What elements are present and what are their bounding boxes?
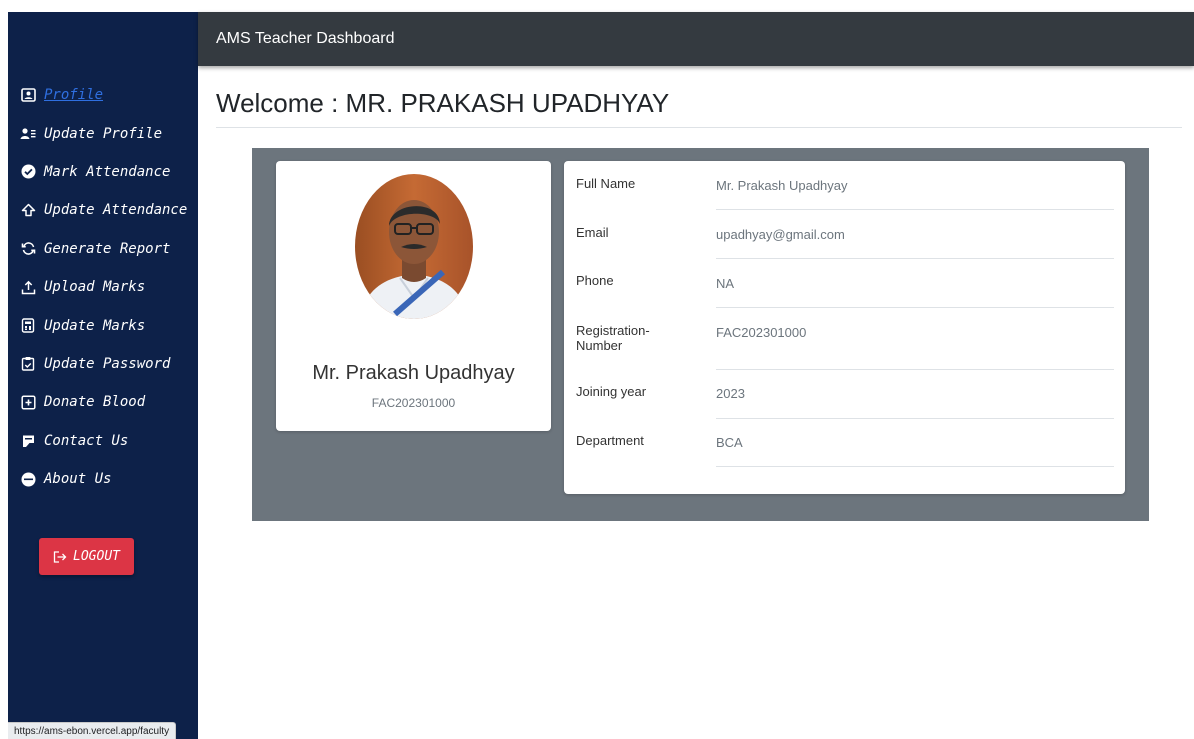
status-bar-url: https://ams-ebon.vercel.app/faculty [8,722,177,739]
detail-value: BCA [716,435,743,450]
sidebar-item-update-marks[interactable]: Update Marks [8,306,198,344]
logout-button[interactable]: LOGOUT [39,538,134,575]
contact-icon [20,433,36,449]
profile-name: Mr. Prakash Upadhyay [312,362,515,384]
sidebar-item-label: Donate Blood [44,394,146,411]
app-title[interactable]: AMS Teacher Dashboard [216,30,394,48]
sidebar-item-mark-attendance[interactable]: Mark Attendance [8,153,198,191]
detail-label: Phone [576,273,614,288]
sidebar-item-label: Upload Marks [44,279,146,296]
detail-value: FAC202301000 [716,325,807,340]
detail-value: 2023 [716,386,745,401]
row-divider [716,369,1114,370]
sidebar-item-label: Update Password [44,355,171,372]
refresh-icon [20,241,36,257]
row-divider [716,466,1114,467]
sidebar-item-generate-report[interactable]: Generate Report [8,230,198,268]
avatar [355,174,473,319]
detail-value: Mr. Prakash Upadhyay [716,178,848,193]
sidebar-item-update-attendance[interactable]: Update Attendance [8,191,198,229]
title-divider [216,127,1182,128]
detail-label: Email [576,225,609,240]
id-card-icon [20,87,36,103]
sidebar-item-label: Generate Report [44,240,171,257]
sidebar-item-label: Profile [44,87,104,104]
profile-registration: FAC202301000 [371,396,456,410]
sidebar-item-update-password[interactable]: Update Password [8,345,198,383]
plus-square-icon [20,394,36,410]
logout-label: LOGOUT [73,549,120,564]
sidebar-item-upload-marks[interactable]: Upload Marks [8,268,198,306]
user-list-icon [20,126,36,142]
calculator-icon [20,318,36,334]
sidebar: Profile Update Profile Mark Attendance U… [8,12,198,739]
detail-label: Full Name [576,176,636,191]
sidebar-item-label: About Us [44,471,112,488]
clipboard-icon [20,356,36,372]
details-card: Full Name Mr. Prakash Upadhyay Email upa… [564,161,1125,494]
upload-arrow-icon [20,202,36,218]
row-divider [716,258,1114,259]
sidebar-item-donate-blood[interactable]: Donate Blood [8,383,198,421]
top-navbar: AMS Teacher Dashboard [198,12,1194,66]
sidebar-item-label: Update Marks [44,317,146,334]
sidebar-item-about-us[interactable]: About Us [8,460,198,498]
page-title: Welcome : MR. PRAKASH UPADHYAY [216,88,670,118]
sidebar-item-profile[interactable]: Profile [8,76,198,114]
sidebar-item-update-profile[interactable]: Update Profile [8,114,198,152]
detail-value: upadhyay@gmail.com [716,227,845,242]
row-divider [716,209,1114,210]
row-divider [716,418,1114,419]
sidebar-item-label: Update Attendance [44,202,188,219]
profile-card: Mr. Prakash Upadhyay FAC202301000 [276,161,551,431]
detail-label: Department [576,433,644,448]
logout-icon [53,550,67,563]
sidebar-item-label: Contact Us [44,432,129,449]
detail-label: Registration-Number [576,323,650,353]
detail-label: Joining year [576,384,647,399]
row-divider [716,307,1114,308]
sidebar-item-contact-us[interactable]: Contact Us [8,422,198,460]
smile-icon [20,471,36,487]
sidebar-item-label: Update Profile [44,125,163,142]
sidebar-item-label: Mark Attendance [44,163,171,180]
upload-icon [20,279,36,295]
sidebar-nav: Profile Update Profile Mark Attendance U… [8,76,198,498]
check-circle-icon [20,164,36,180]
detail-value: NA [716,276,735,291]
